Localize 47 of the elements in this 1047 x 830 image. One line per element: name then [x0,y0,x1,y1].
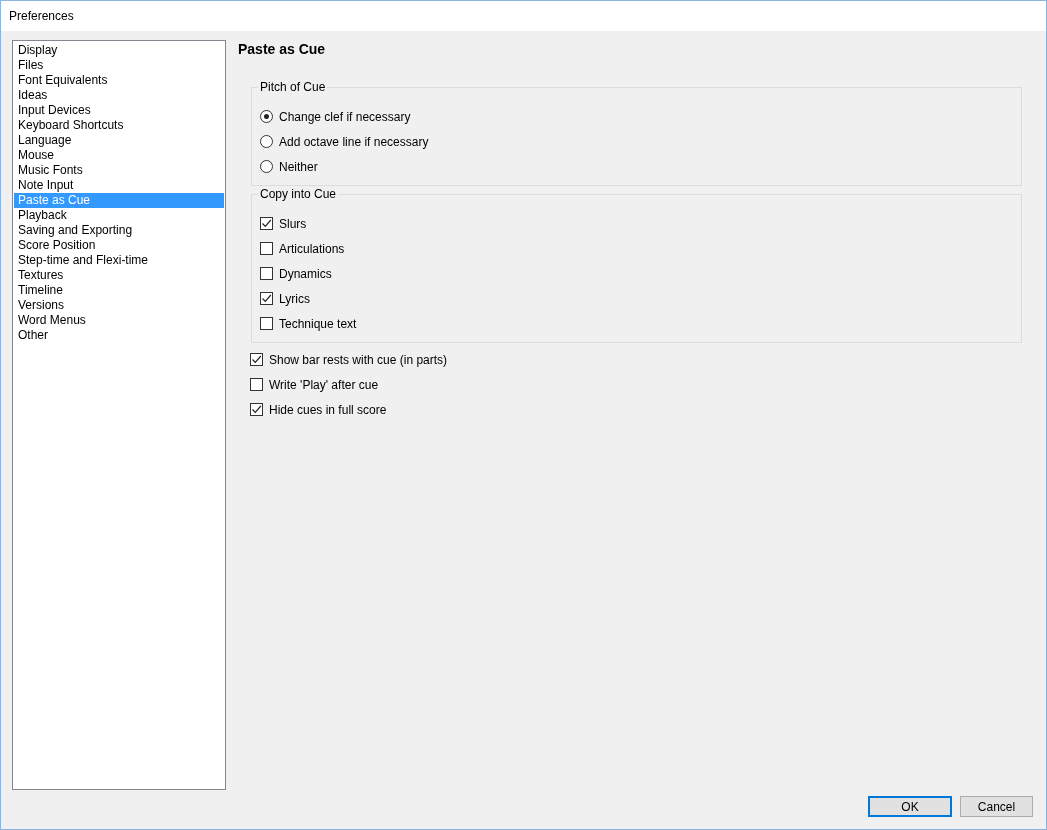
category-item[interactable]: Font Equivalents [14,73,224,88]
radio-button[interactable] [260,110,273,123]
category-item[interactable]: Language [14,133,224,148]
dialog-button[interactable]: OK [868,796,952,817]
category-item[interactable]: Score Position [14,238,224,253]
page-heading: Paste as Cue [238,41,327,57]
checkbox-label: Lyrics [279,291,310,306]
group-title: Copy into Cue [258,187,339,201]
checkbox-label: Slurs [279,216,307,231]
checkbox[interactable] [250,403,263,416]
checkbox-label: Articulations [279,241,345,256]
checkbox[interactable] [260,317,273,330]
checkbox[interactable] [250,353,263,366]
checkbox-label: Dynamics [279,266,332,281]
category-item[interactable]: Keyboard Shortcuts [14,118,224,133]
category-item[interactable]: Other [14,328,224,343]
category-item[interactable]: Textures [14,268,224,283]
checkbox-label: Hide cues in full score [269,402,387,417]
category-item[interactable]: Saving and Exporting [14,223,224,238]
checkbox-label: Show bar rests with cue (in parts) [269,352,448,367]
category-item[interactable]: Files [14,58,224,73]
checkbox[interactable] [260,217,273,230]
radio-button[interactable] [260,160,273,173]
category-item[interactable]: Step-time and Flexi-time [14,253,224,268]
group-title: Pitch of Cue [258,80,328,94]
category-item[interactable]: Timeline [14,283,224,298]
radio-label: Add octave line if necessary [279,134,429,149]
dialog-button[interactable]: Cancel [960,796,1033,817]
category-item[interactable]: Ideas [14,88,224,103]
category-item[interactable]: Input Devices [14,103,224,118]
category-item[interactable]: Playback [14,208,224,223]
category-item[interactable]: Display [14,43,224,58]
checkbox[interactable] [260,292,273,305]
category-item[interactable]: Mouse [14,148,224,163]
category-item[interactable]: Note Input [14,178,224,193]
category-item[interactable]: Music Fonts [14,163,224,178]
checkbox-label: Technique text [279,316,357,331]
checkbox[interactable] [250,378,263,391]
radio-button[interactable] [260,135,273,148]
category-item[interactable]: Word Menus [14,313,224,328]
category-item[interactable]: Versions [14,298,224,313]
radio-label: Change clef if necessary [279,109,411,124]
radio-label: Neither [279,159,318,174]
checkbox[interactable] [260,242,273,255]
window-title: Preferences [9,9,74,23]
checkbox-label: Write 'Play' after cue [269,377,379,392]
checkbox[interactable] [260,267,273,280]
